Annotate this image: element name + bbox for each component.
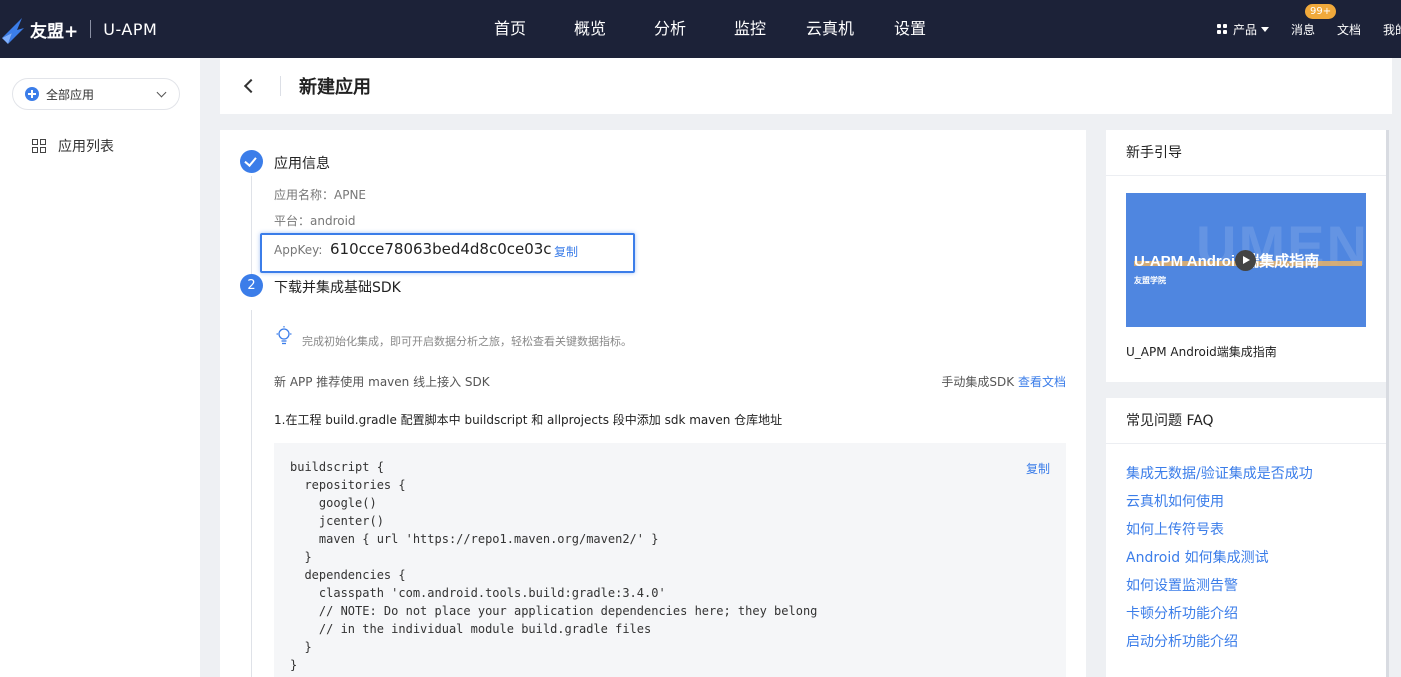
grid-icon bbox=[1216, 24, 1227, 34]
appkey-label: AppKey: bbox=[274, 243, 323, 257]
product-name: U-APM bbox=[103, 19, 158, 39]
top-navigation-bar: 友盟+ U-APM 首页 概览 分析 监控 云真机 设置 产品 消息 99+ 文… bbox=[0, 0, 1401, 58]
nav-overview[interactable]: 概览 bbox=[550, 0, 630, 58]
chevron-down-icon bbox=[156, 87, 167, 98]
nav-monitor[interactable]: 监控 bbox=[710, 0, 790, 58]
guide-title: 新手引导 bbox=[1106, 130, 1386, 176]
faq-item[interactable]: 如何上传符号表 bbox=[1126, 522, 1386, 550]
step-1-title: 应用信息 bbox=[274, 156, 330, 172]
faq-item[interactable]: Android 如何集成测试 bbox=[1126, 550, 1386, 578]
main-nav: 首页 概览 分析 监控 云真机 设置 bbox=[470, 0, 950, 58]
back-arrow-icon[interactable] bbox=[243, 78, 259, 94]
app-list-icon bbox=[32, 139, 46, 153]
appkey-value: 610cce78063bed4d8c0ce03c bbox=[330, 240, 552, 258]
products-label: 产品 bbox=[1232, 22, 1257, 37]
faq-item[interactable]: 如何设置监测告警 bbox=[1126, 578, 1386, 606]
faq-item[interactable]: 启动分析功能介绍 bbox=[1126, 634, 1386, 662]
step-connector bbox=[251, 176, 252, 274]
maven-recommendation: 新 APP 推荐使用 maven 线上接入 SDK bbox=[274, 375, 490, 389]
nav-home[interactable]: 首页 bbox=[470, 0, 550, 58]
code-text: buildscript { repositories { google() jc… bbox=[290, 460, 818, 672]
messages-badge: 99+ bbox=[1304, 3, 1337, 19]
video-title: U-APM Android端集成指南 bbox=[1134, 253, 1320, 270]
brand-logo[interactable]: 友盟+ U-APM bbox=[0, 12, 157, 46]
scrollbar[interactable] bbox=[1386, 130, 1389, 677]
step-1-done-icon bbox=[240, 150, 263, 173]
manual-integration-label: 手动集成SDK bbox=[941, 375, 1015, 389]
brand-name: 友盟+ bbox=[30, 21, 79, 42]
faq-title: 常见问题 FAQ bbox=[1106, 398, 1386, 444]
my-account-menu[interactable]: 我的 bbox=[1383, 21, 1401, 38]
beginner-guide-card: 新手引导 UMEN U-APM Android端集成指南 友盟学院 U_APM … bbox=[1106, 130, 1386, 382]
umeng-bird-icon bbox=[2, 18, 24, 44]
view-docs-link[interactable]: 查看文档 bbox=[1018, 375, 1066, 389]
nav-cloud-device[interactable]: 云真机 bbox=[790, 0, 870, 58]
messages-label: 消息 bbox=[1290, 22, 1315, 37]
app-selector[interactable]: 全部应用 bbox=[12, 78, 180, 110]
copy-appkey-button[interactable]: 复制 bbox=[554, 243, 578, 260]
products-menu[interactable]: 产品 bbox=[1216, 21, 1269, 38]
guide-video-thumbnail[interactable]: UMEN U-APM Android端集成指南 友盟学院 bbox=[1126, 193, 1366, 327]
page-header: 新建应用 bbox=[220, 58, 1392, 114]
step-2-number: 2 bbox=[240, 274, 263, 297]
step-2-title: 下载并集成基础SDK bbox=[274, 280, 401, 296]
faq-item[interactable]: 卡顿分析功能介绍 bbox=[1126, 606, 1386, 634]
instruction-step-1: 1.在工程 build.gradle 配置脚本中 buildscript 和 a… bbox=[274, 413, 783, 427]
nav-settings[interactable]: 设置 bbox=[870, 0, 950, 58]
sidebar-item-label: 应用列表 bbox=[58, 139, 114, 155]
platform-info: 平台：android bbox=[274, 214, 356, 228]
faq-list: 集成无数据/验证集成是否成功 云真机如何使用 如何上传符号表 Android 如… bbox=[1106, 444, 1386, 662]
play-icon[interactable] bbox=[1235, 250, 1256, 271]
faq-item[interactable]: 云真机如何使用 bbox=[1126, 494, 1386, 522]
brand-divider bbox=[90, 20, 92, 38]
docs-link[interactable]: 文档 bbox=[1337, 21, 1361, 38]
sidebar-item-app-list[interactable]: 应用列表 bbox=[32, 136, 114, 156]
integration-tip: 完成初始化集成，即可开启数据分析之旅，轻松查看关键数据指标。 bbox=[302, 335, 632, 348]
step-connector-2 bbox=[251, 310, 252, 677]
manual-integration: 手动集成SDK 查看文档 bbox=[941, 373, 1066, 390]
messages-link[interactable]: 消息 99+ bbox=[1290, 3, 1337, 38]
caret-down-icon bbox=[1260, 26, 1269, 32]
faq-card: 常见问题 FAQ 集成无数据/验证集成是否成功 云真机如何使用 如何上传符号表 … bbox=[1106, 398, 1386, 677]
code-snippet: buildscript { repositories { google() jc… bbox=[274, 443, 1066, 677]
create-app-panel: 应用信息 应用名称：APNE 平台：android AppKey: 610cce… bbox=[220, 130, 1086, 677]
video-caption[interactable]: U_APM Android端集成指南 bbox=[1126, 343, 1277, 360]
page-title: 新建应用 bbox=[299, 77, 371, 98]
lightbulb-icon bbox=[276, 326, 292, 345]
check-icon bbox=[244, 154, 257, 167]
copy-code-button[interactable]: 复制 bbox=[1026, 460, 1050, 477]
left-sidebar: 全部应用 应用列表 bbox=[0, 58, 200, 677]
top-right-menu: 产品 消息 99+ 文档 我的 bbox=[1216, 0, 1401, 58]
app-selector-label: 全部应用 bbox=[46, 87, 95, 102]
video-subtitle: 友盟学院 bbox=[1134, 276, 1166, 285]
faq-item[interactable]: 集成无数据/验证集成是否成功 bbox=[1126, 466, 1386, 494]
app-name-info: 应用名称：APNE bbox=[274, 188, 367, 202]
header-divider bbox=[280, 76, 281, 96]
apps-icon bbox=[25, 87, 39, 101]
nav-analysis[interactable]: 分析 bbox=[630, 0, 710, 58]
